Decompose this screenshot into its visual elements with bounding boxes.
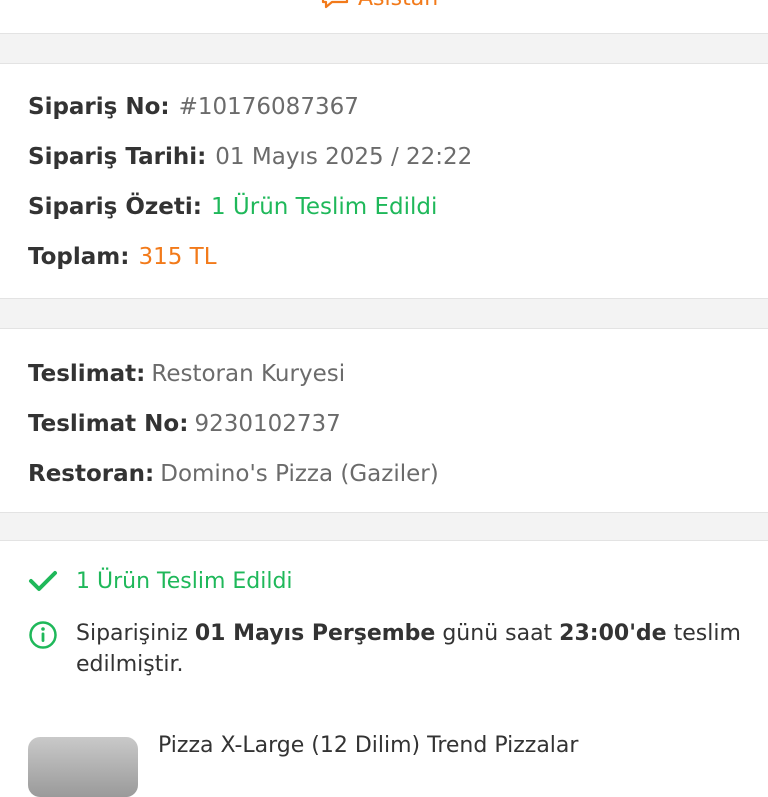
restaurant-value: Domino's Pizza (Gaziler): [160, 461, 439, 487]
delivery-info-text: Siparişiniz 01 Mayıs Perşembe günü saat …: [76, 618, 748, 680]
order-summary-value: 1 Ürün Teslim Edildi: [210, 194, 438, 220]
assistant-label: Asistan: [358, 0, 438, 11]
restaurant-label: Restoran:: [28, 461, 155, 487]
delivery-no-value: 9230102737: [194, 411, 341, 437]
order-total-label: Toplam:: [28, 244, 130, 270]
delivery-no-label: Teslimat No:: [28, 411, 189, 437]
delivery-type-label: Teslimat:: [28, 361, 146, 387]
order-total-value: 315 TL: [138, 244, 217, 270]
chat-bubble-icon: [320, 0, 350, 10]
order-summary-card: Sipariş No: #10176087367 Sipariş Tarihi:…: [0, 64, 768, 298]
delivery-info-row: Siparişiniz 01 Mayıs Perşembe günü saat …: [28, 618, 748, 680]
restaurant-row: Restoran: Domino's Pizza (Gaziler): [28, 459, 439, 489]
product-thumbnail[interactable]: [28, 737, 138, 797]
order-date-label: Sipariş Tarihi:: [28, 144, 207, 170]
delivery-no-row: Teslimat No: 9230102737: [28, 409, 341, 439]
section-divider: [0, 512, 768, 541]
section-divider: [0, 33, 768, 64]
order-no-row: Sipariş No: #10176087367: [28, 92, 359, 122]
order-no-label: Sipariş No:: [28, 94, 170, 120]
info-icon: [28, 620, 58, 650]
info-day: 01 Mayıs Perşembe: [194, 621, 436, 646]
top-bar: Asistan: [0, 0, 768, 34]
order-summary-row: Sipariş Özeti: 1 Ürün Teslim Edildi: [28, 192, 437, 222]
order-date-row: Sipariş Tarihi: 01 Mayıs 2025 / 22:22: [28, 142, 472, 172]
product-name[interactable]: Pizza X-Large (12 Dilim) Trend Pizzalar: [158, 733, 578, 758]
delivery-card: Teslimat: Restoran Kuryesi Teslimat No: …: [0, 329, 768, 512]
delivery-status-row: 1 Ürün Teslim Edildi: [28, 566, 293, 596]
delivery-status-text: 1 Ürün Teslim Edildi: [76, 568, 293, 594]
order-date-value: 01 Mayıs 2025 / 22:22: [215, 144, 473, 170]
delivery-type-row: Teslimat: Restoran Kuryesi: [28, 359, 345, 389]
order-total-row: Toplam: 315 TL: [28, 242, 217, 272]
info-time: 23:00'de: [559, 621, 667, 646]
info-text-part: Siparişiniz: [76, 621, 195, 646]
order-no-value: #10176087367: [178, 94, 359, 120]
info-text-part: günü saat: [435, 621, 560, 646]
assistant-button[interactable]: Asistan: [320, 0, 438, 11]
check-icon: [28, 566, 58, 596]
section-divider: [0, 298, 768, 329]
delivery-type-value: Restoran Kuryesi: [151, 361, 346, 387]
order-summary-label: Sipariş Özeti:: [28, 194, 202, 220]
